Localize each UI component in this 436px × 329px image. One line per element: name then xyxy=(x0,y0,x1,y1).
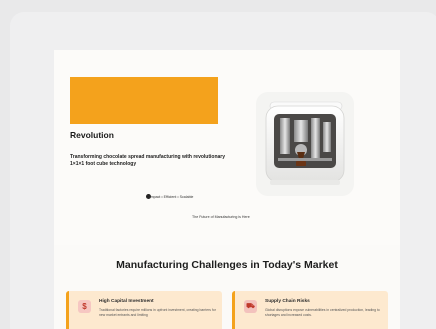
challenge-card-supply-chain: ⛟ Supply Chain Risks Global disruptions … xyxy=(232,291,388,329)
challenges-row: $ High Capital Investment Traditional fa… xyxy=(66,291,388,329)
section-title: Manufacturing Challenges in Today's Mark… xyxy=(116,259,338,271)
hero-section: Revolution Transforming chocolate spread… xyxy=(54,50,400,245)
challenge-card-capital: $ High Capital Investment Traditional fa… xyxy=(66,291,222,329)
hero-subtitle: Transforming chocolate spread manufactur… xyxy=(70,154,226,167)
future-line: The Future of Manufacturing is Here xyxy=(192,215,250,219)
challenge-text: Global disruptions expose vulnerabilitie… xyxy=(265,308,380,317)
cube-machine-illustration xyxy=(265,101,345,185)
title-accent-block xyxy=(70,77,218,124)
truck-icon: ⛟ xyxy=(244,300,257,313)
product-cube-image xyxy=(256,92,354,196)
dollar-icon: $ xyxy=(78,300,91,313)
challenge-title: High Capital Investment xyxy=(99,299,154,304)
challenge-text: Traditional factories require millions i… xyxy=(99,308,216,317)
tagline: Compact • Efficient • Scalable xyxy=(146,195,194,199)
hero-title: Revolution xyxy=(70,130,114,140)
challenge-title: Supply Chain Risks xyxy=(265,299,310,304)
presentation-slide: Revolution Transforming chocolate spread… xyxy=(54,50,400,329)
